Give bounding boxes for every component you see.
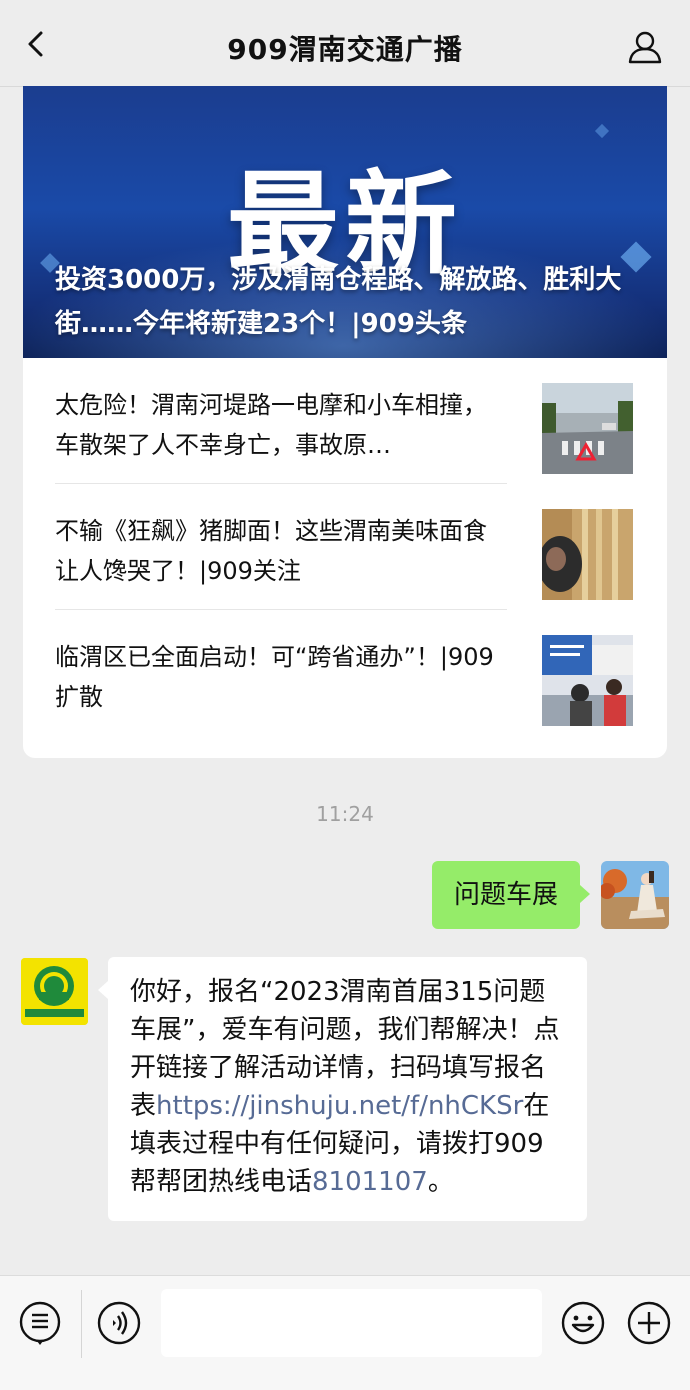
article-item-title: 临渭区已全面启动！可“跨省通办”！|909扩散 [55, 643, 494, 711]
banner-headline: 投资3000万，涉及渭南仓程路、解放路、胜利大街……今年将新建23个！|909头… [55, 265, 622, 339]
article-item[interactable]: 太危险！渭南河堤路一电摩和小车相撞，车散架了人不幸身亡，事故原… [55, 358, 633, 484]
article-item-title: 太危险！渭南河堤路一电摩和小车相撞，车散架了人不幸身亡，事故原… [55, 391, 487, 459]
article-item[interactable]: 不输《狂飙》猪脚面！这些渭南美味面食让人馋哭了！|909关注 [55, 484, 633, 610]
article-thumbnail [542, 383, 633, 474]
article-card: 最新 投资3000万，涉及渭南仓程路、解放路、胜利大街……今年将新建23个！|9… [23, 86, 667, 758]
voice-icon[interactable] [96, 1300, 142, 1346]
user-avatar[interactable] [601, 861, 669, 929]
article-item[interactable]: 临渭区已全面启动！可“跨省通办”！|909扩散 [55, 610, 633, 735]
article-banner[interactable]: 最新 投资3000万，涉及渭南仓程路、解放路、胜利大街……今年将新建23个！|9… [23, 86, 667, 358]
emoji-icon[interactable] [560, 1300, 606, 1346]
article-item-title: 不输《狂飙》猪脚面！这些渭南美味面食让人馋哭了！|909关注 [55, 517, 487, 585]
chat-header: 909渭南交通广播 [0, 0, 690, 87]
menu-list-icon[interactable] [17, 1300, 63, 1346]
message-timestamp: 11:24 [316, 802, 374, 826]
radio-logo-icon [21, 958, 88, 1025]
article-thumbnail [542, 635, 633, 726]
article-list: 太危险！渭南河堤路一电摩和小车相撞，车散架了人不幸身亡，事故原… 不输《狂飙》猪… [23, 358, 667, 735]
message-input[interactable] [161, 1289, 542, 1357]
official-account-avatar[interactable] [21, 958, 88, 1025]
chat-title: 909渭南交通广播 [227, 33, 463, 66]
hotline-phone-link[interactable]: 8101107 [312, 1167, 428, 1197]
plus-icon[interactable] [626, 1300, 672, 1346]
divider [81, 1290, 82, 1358]
outgoing-message-text: 问题车展 [453, 880, 558, 910]
incoming-message-bubble: 你好，报名“2023渭南首届315问题车展”，爱车有问题，我们帮解决！点开链接了… [98, 957, 587, 1221]
outgoing-message-bubble[interactable]: 问题车展 [431, 861, 591, 929]
article-thumbnail [542, 509, 633, 600]
person-icon[interactable] [628, 30, 662, 64]
message-text: 。 [427, 1167, 454, 1197]
chat-input-bar [0, 1275, 690, 1390]
signup-link[interactable]: https://jinshuju.net/f/nhCKSr [156, 1091, 523, 1121]
